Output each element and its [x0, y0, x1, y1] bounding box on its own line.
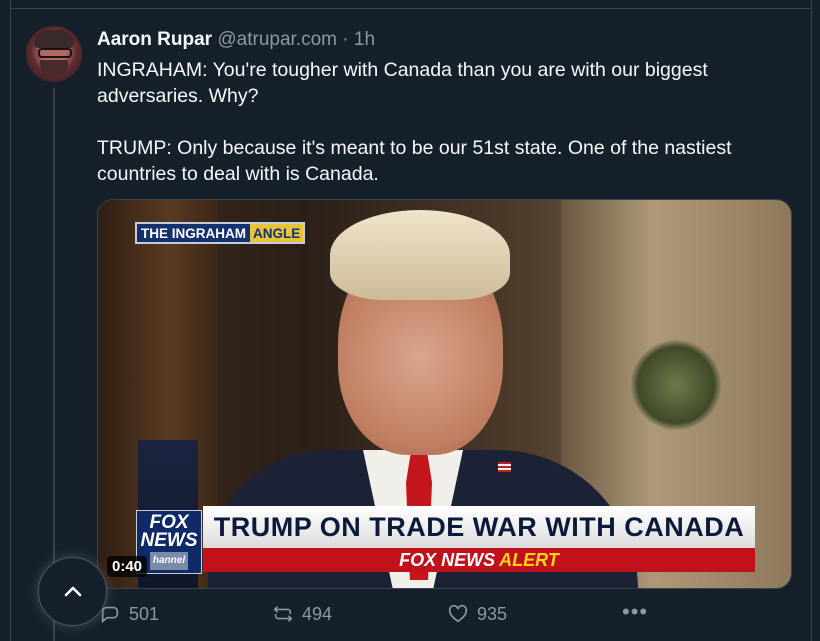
alert-label: ALERT [499, 549, 559, 570]
background-plant [631, 340, 721, 430]
tweet-text: INGRAHAM: You're tougher with Canada tha… [97, 57, 797, 187]
reply-count: 501 [129, 603, 160, 624]
avatar-hair [34, 30, 74, 48]
fox-logo-line3: hannel [149, 552, 189, 570]
show-logo-text: THE INGRAHAM [141, 225, 246, 241]
reply-icon [101, 606, 119, 624]
tweet-header: Aaron Rupar @atrupar.com · 1h [97, 29, 375, 51]
tweet-paragraph: TRUMP: Only because it's meant to be our… [97, 137, 732, 185]
repost-icon [273, 606, 293, 622]
author-handle[interactable]: @atrupar.com [217, 29, 337, 50]
like-button[interactable]: 935 [447, 603, 507, 625]
person-hair [330, 210, 510, 300]
like-count: 935 [477, 603, 508, 624]
avatar[interactable] [26, 26, 82, 82]
flag-pin [498, 462, 511, 472]
more-icon: ••• [622, 599, 649, 624]
chevron-up-icon [64, 586, 81, 596]
separator-dot: · [342, 29, 349, 50]
tweet-actions: 501 494 935 ••• [0, 599, 820, 629]
tweet-paragraph: INGRAHAM: You're tougher with Canada tha… [97, 59, 708, 107]
author-name[interactable]: Aaron Rupar [97, 29, 212, 50]
thread-connector-line [53, 88, 55, 641]
alert-network: FOX NEWS [399, 549, 496, 570]
avatar-beard [40, 60, 68, 78]
timestamp[interactable]: 1h [354, 29, 375, 50]
video-player[interactable]: THE INGRAHAM ANGLE FOX NEWS hannel TRUMP… [97, 199, 792, 589]
news-chyron: TRUMP ON TRADE WAR WITH CANADA [203, 506, 755, 548]
avatar-glasses [38, 48, 72, 58]
like-icon [448, 604, 468, 623]
repost-count: 494 [302, 603, 333, 624]
more-options-button[interactable]: ••• [622, 599, 648, 625]
show-logo: THE INGRAHAM ANGLE [135, 222, 306, 244]
news-alert-bar: FOX NEWS ALERT [203, 548, 755, 572]
show-logo-highlight: ANGLE [250, 224, 304, 242]
divider [10, 8, 812, 9]
fox-logo-line2: NEWS [140, 530, 198, 551]
video-duration: 0:40 [107, 556, 148, 577]
reply-button[interactable]: 501 [99, 603, 159, 625]
repost-button[interactable]: 494 [272, 603, 332, 625]
